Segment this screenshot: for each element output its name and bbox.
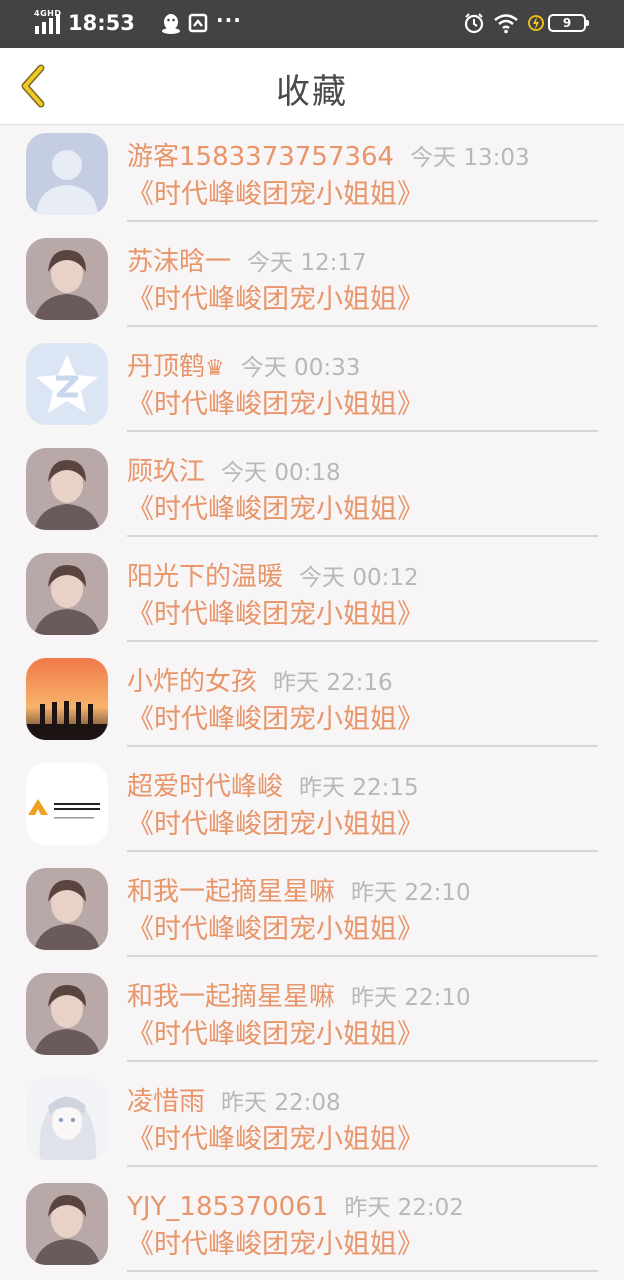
favorite-item[interactable]: 小炸的女孩 昨天 22:16 《时代峰峻团宠小姐姐》	[0, 650, 624, 755]
post-title[interactable]: 《时代峰峻团宠小姐姐》	[127, 703, 424, 737]
post-title[interactable]: 《时代峰峻团宠小姐姐》	[127, 1018, 424, 1052]
avatar[interactable]	[26, 658, 108, 740]
item-header: 超爱时代峰峻 昨天 22:15	[127, 771, 419, 804]
avatar[interactable]	[26, 553, 108, 635]
app-header: 收藏	[0, 48, 624, 125]
favorite-item[interactable]: 阳光下的温暖 今天 00:12 《时代峰峻团宠小姐姐》	[0, 545, 624, 650]
favorite-item[interactable]: 和我一起摘星星嘛 昨天 22:10 《时代峰峻团宠小姐姐》	[0, 860, 624, 965]
page-title: 收藏	[276, 72, 348, 112]
favorites-list: 游客1583373757364 今天 13:03 《时代峰峻团宠小姐姐》 苏沫晗一今…	[0, 125, 624, 1280]
favorite-item[interactable]: 丹顶鹤♛ 今天 00:33 《时代峰峻团宠小姐姐》	[0, 335, 624, 440]
item-header: 阳光下的温暖 今天 00:12	[127, 561, 419, 594]
item-header: 苏沫晗一 今天 12:17	[127, 246, 367, 279]
more-notifications: ···	[216, 8, 242, 32]
post-time: 昨天 22:10	[351, 880, 471, 906]
favorite-item[interactable]: 苏沫晗一 今天 12:17 《时代峰峻团宠小姐姐》	[0, 230, 624, 335]
alarm-icon	[464, 13, 484, 34]
item-body: 和我一起摘星星嘛 昨天 22:10 《时代峰峻团宠小姐姐》	[127, 860, 598, 957]
item-body: 阳光下的温暖 今天 00:12 《时代峰峻团宠小姐姐》	[127, 545, 598, 642]
user-name[interactable]: 顾玖江	[127, 457, 205, 487]
item-header: 小炸的女孩 昨天 22:16	[127, 666, 393, 699]
post-time: 昨天 22:02	[344, 1195, 464, 1221]
favorite-item[interactable]: 和我一起摘星星嘛 昨天 22:10 《时代峰峻团宠小姐姐》	[0, 965, 624, 1070]
item-body: 游客1583373757364 今天 13:03 《时代峰峻团宠小姐姐》	[127, 125, 598, 222]
avatar[interactable]	[26, 1078, 108, 1160]
favorite-item[interactable]: 超爱时代峰峻 昨天 22:15 《时代峰峻团宠小姐姐》	[0, 755, 624, 860]
user-name[interactable]: 阳光下的温暖	[127, 562, 283, 592]
item-body: 超爱时代峰峻 昨天 22:15 《时代峰峻团宠小姐姐》	[127, 755, 598, 852]
favorite-item[interactable]: YJY_185370061 昨天 22:02 《时代峰峻团宠小姐姐》	[0, 1175, 624, 1280]
post-time: 昨天 22:15	[299, 775, 419, 801]
avatar[interactable]	[26, 763, 108, 845]
favorite-item[interactable]: 凌惜雨 昨天 22:08 《时代峰峻团宠小姐姐》	[0, 1070, 624, 1175]
item-body: 丹顶鹤♛ 今天 00:33 《时代峰峻团宠小姐姐》	[127, 335, 598, 432]
post-time: 今天 13:03	[410, 145, 530, 171]
post-title[interactable]: 《时代峰峻团宠小姐姐》	[127, 598, 424, 632]
post-time: 昨天 22:16	[273, 670, 393, 696]
post-time: 今天 00:18	[221, 460, 341, 486]
post-time: 今天 00:12	[299, 565, 419, 591]
post-title[interactable]: 《时代峰峻团宠小姐姐》	[127, 913, 424, 947]
post-title[interactable]: 《时代峰峻团宠小姐姐》	[127, 283, 424, 317]
item-body: 凌惜雨 昨天 22:08 《时代峰峻团宠小姐姐》	[127, 1070, 598, 1167]
qq-penguin-icon	[162, 14, 180, 34]
wifi-icon	[494, 14, 518, 34]
user-name[interactable]: 和我一起摘星星嘛	[127, 982, 335, 1012]
item-body: 顾玖江 今天 00:18 《时代峰峻团宠小姐姐》	[127, 440, 598, 537]
item-body: YJY_185370061 昨天 22:02 《时代峰峻团宠小姐姐》	[127, 1175, 598, 1272]
item-header: 凌惜雨 昨天 22:08	[127, 1086, 341, 1119]
item-header: 顾玖江 今天 00:18	[127, 456, 341, 489]
item-header: 和我一起摘星星嘛 昨天 22:10	[127, 981, 471, 1014]
avatar[interactable]	[26, 343, 108, 425]
post-title[interactable]: 《时代峰峻团宠小姐姐》	[127, 1228, 424, 1262]
charging-icon	[528, 15, 544, 31]
post-title[interactable]: 《时代峰峻团宠小姐姐》	[127, 808, 424, 842]
avatar[interactable]	[26, 1183, 108, 1265]
battery-icon: 9	[548, 14, 589, 32]
item-body: 小炸的女孩 昨天 22:16 《时代峰峻团宠小姐姐》	[127, 650, 598, 747]
crown-badge-icon: ♛	[205, 356, 225, 381]
item-body: 苏沫晗一 今天 12:17 《时代峰峻团宠小姐姐》	[127, 230, 598, 327]
user-name[interactable]: 凌惜雨	[127, 1087, 205, 1117]
user-name[interactable]: YJY_185370061	[127, 1192, 328, 1222]
item-body: 和我一起摘星星嘛 昨天 22:10 《时代峰峻团宠小姐姐》	[127, 965, 598, 1062]
favorite-item[interactable]: 顾玖江 今天 00:18 《时代峰峻团宠小姐姐》	[0, 440, 624, 545]
post-title[interactable]: 《时代峰峻团宠小姐姐》	[127, 178, 424, 212]
item-header: 和我一起摘星星嘛 昨天 22:10	[127, 876, 471, 909]
user-name[interactable]: 和我一起摘星星嘛	[127, 877, 335, 907]
post-time: 今天 12:17	[247, 250, 367, 276]
network-type: 4GHD	[34, 9, 62, 18]
post-title[interactable]: 《时代峰峻团宠小姐姐》	[127, 388, 424, 422]
avatar[interactable]	[26, 238, 108, 320]
avatar[interactable]	[26, 973, 108, 1055]
user-name[interactable]: 苏沫晗一	[127, 247, 231, 277]
status-bar: 4GHD 18:53 ··· 9	[0, 0, 624, 48]
avatar[interactable]	[26, 868, 108, 950]
clock: 18:53	[68, 11, 135, 35]
post-time: 今天 00:33	[240, 355, 361, 381]
avatar[interactable]	[26, 448, 108, 530]
user-name[interactable]: 小炸的女孩	[127, 667, 257, 697]
user-name[interactable]: 超爱时代峰峻	[127, 772, 283, 802]
item-header: YJY_185370061 昨天 22:02	[127, 1191, 464, 1224]
post-time: 昨天 22:08	[221, 1090, 341, 1116]
avatar[interactable]	[26, 133, 108, 215]
item-header: 丹顶鹤♛ 今天 00:33	[127, 351, 360, 385]
post-time: 昨天 22:10	[351, 985, 471, 1011]
post-title[interactable]: 《时代峰峻团宠小姐姐》	[127, 1123, 424, 1157]
post-title[interactable]: 《时代峰峻团宠小姐姐》	[127, 493, 424, 527]
item-header: 游客1583373757364 今天 13:03	[127, 141, 530, 174]
user-name[interactable]: 游客1583373757364	[127, 142, 394, 172]
user-name[interactable]: 丹顶鹤	[127, 352, 205, 382]
favorite-item[interactable]: 游客1583373757364 今天 13:03 《时代峰峻团宠小姐姐》	[0, 125, 624, 230]
